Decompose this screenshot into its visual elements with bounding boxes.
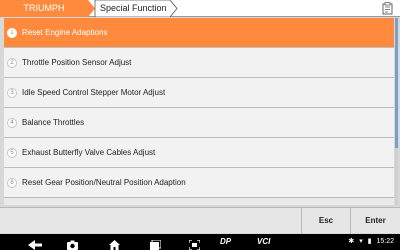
item-number: 4	[7, 118, 17, 128]
scrollbar-thumb[interactable]	[395, 18, 398, 148]
scrollbar[interactable]	[395, 18, 398, 205]
list-item[interactable]: 3 Idle Speed Control Stepper Motor Adjus…	[4, 78, 394, 108]
item-number: 5	[7, 148, 17, 158]
item-label: Throttle Position Sensor Adjust	[22, 58, 132, 67]
list-item[interactable]: 1 Reset Engine Adaptions	[4, 18, 394, 48]
item-number: 3	[7, 88, 17, 98]
list-item[interactable]: 4 Balance Throttles	[4, 108, 394, 138]
esc-button[interactable]: Esc	[301, 208, 350, 234]
breadcrumb-current-label: Special Function	[100, 3, 167, 13]
bluetooth-icon: ✱	[348, 238, 355, 245]
camera-icon[interactable]	[67, 237, 78, 250]
vci-icon[interactable]: VCI	[257, 237, 279, 247]
item-number: 6	[7, 178, 17, 188]
item-label: Idle Speed Control Stepper Motor Adjust	[22, 88, 166, 97]
item-label: Reset Gear Position/Neutral Position Ada…	[22, 178, 186, 187]
breadcrumb-brand[interactable]: TRIUMPH	[0, 0, 96, 17]
system-nav-bar: DP VCI ✱ ▾ ▮ 15:22	[0, 234, 400, 250]
title-bar: TRIUMPH Special Function	[0, 0, 400, 17]
dp-icon[interactable]: DP	[220, 237, 240, 247]
home-icon[interactable]	[109, 237, 120, 250]
clock: 15:22	[376, 238, 394, 245]
enter-button[interactable]: Enter	[350, 208, 400, 234]
status-area: ✱ ▾ ▮ 15:22	[348, 237, 394, 247]
item-number: 1	[7, 28, 17, 38]
action-bar: Esc Enter	[0, 207, 400, 234]
function-list: 1 Reset Engine Adaptions 2 Throttle Posi…	[4, 18, 394, 205]
list-item[interactable]: 5 Exhaust Butterfly Valve Cables Adjust	[4, 138, 394, 168]
back-icon[interactable]	[28, 237, 42, 250]
wifi-icon: ▾	[359, 238, 363, 245]
list-item[interactable]: 2 Throttle Position Sensor Adjust	[4, 48, 394, 78]
item-label: Exhaust Butterfly Valve Cables Adjust	[22, 148, 156, 157]
recents-icon[interactable]	[150, 237, 162, 250]
breadcrumb-brand-label: TRIUMPH	[23, 3, 65, 13]
list-item[interactable]: 6 Reset Gear Position/Neutral Position A…	[4, 168, 394, 198]
report-icon[interactable]	[381, 2, 394, 15]
battery-icon: ▮	[367, 238, 372, 245]
item-number: 2	[7, 58, 17, 68]
item-label: Reset Engine Adaptions	[22, 28, 108, 37]
item-label: Balance Throttles	[22, 118, 85, 127]
screenshot-icon[interactable]	[188, 237, 201, 250]
breadcrumb-current: Special Function	[86, 0, 178, 17]
